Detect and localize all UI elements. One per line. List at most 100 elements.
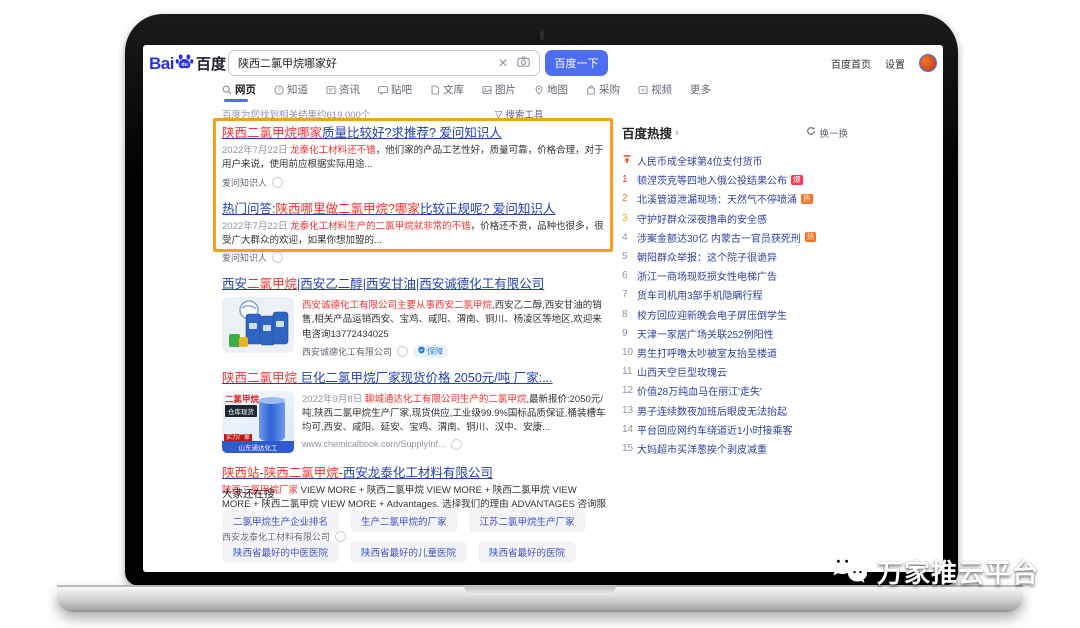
hot-search-item[interactable]: 5朝阳群众举报：这个院子很诡异	[622, 247, 848, 266]
verified-badge-label: 保障	[427, 346, 443, 357]
tab-label: 更多	[690, 82, 711, 97]
related-search-button[interactable]: 江苏二氯甲烷生产厂家	[469, 510, 586, 532]
avatar[interactable]	[919, 54, 937, 72]
search-result: 陕西二氯甲烷 巨化二氯甲烷厂家现货价格 2050元/吨 厂家:... 二氯甲烷仓库…	[222, 369, 606, 453]
result-source[interactable]: 爱问知识人	[222, 251, 267, 264]
related-row: 陕西省最好的中医医院陕西省最好的儿童医院陕西省最好的医院	[222, 541, 622, 563]
tab-贴吧[interactable]: 贴吧	[378, 82, 412, 101]
result-title-link[interactable]: 陕西二氯甲烷 巨化二氯甲烷厂家现货价格 2050元/吨 厂家:...	[222, 371, 553, 385]
hot-rank: 5	[622, 251, 637, 262]
tab-文库[interactable]: 文库	[430, 82, 464, 101]
hot-search-item[interactable]: 4涉案金额达30亿 内蒙古一官员获死刑热	[622, 228, 848, 247]
hot-search-text: 涉案金额达30亿 内蒙古一官员获死刑	[637, 230, 801, 245]
search-button[interactable]: 百度一下	[545, 50, 608, 76]
image-icon	[482, 85, 492, 95]
laptop-latch-notch	[464, 585, 616, 595]
browser-screen: Bai du 百度 陕西二氯甲烷哪家好 ✕ 百度一下 百度首页 设置 网页 ?知道…	[143, 45, 943, 572]
hot-search-item[interactable]: 9天津一家居广场关联252例阳性	[622, 324, 848, 343]
hot-rank: 12	[622, 385, 637, 396]
hot-search-item[interactable]: 7货车司机用3部手机隐瞒行程	[622, 285, 848, 304]
search-tools-button[interactable]: ▽ 搜索工具	[495, 107, 543, 121]
result-source[interactable]: 爱问知识人	[222, 176, 267, 189]
result-snippet: 2022年7月22日 龙泰化工材料还不错，他们家的产品工艺性好，质量可靠，价格合…	[222, 144, 606, 173]
result-source-row: 西安诚德化工有限公司 保障	[302, 345, 606, 358]
search-icon	[222, 85, 232, 95]
hot-search-item[interactable]: 15大妈超市买洋葱挨个剥皮减重	[622, 439, 848, 458]
tab-label: 资讯	[339, 82, 360, 97]
camera-search-icon[interactable]	[517, 54, 530, 72]
baidu-logo[interactable]: Bai du 百度	[149, 51, 226, 76]
source-more-icon[interactable]	[272, 177, 283, 188]
related-search-button[interactable]: 陕西省最好的中医医院	[222, 541, 339, 563]
tab-采购[interactable]: 采购	[586, 82, 620, 101]
refresh-button[interactable]: 换一换	[806, 126, 848, 140]
snippet-date: 2022年9月8日	[302, 394, 365, 405]
settings-link[interactable]: 设置	[885, 56, 905, 71]
tab-label: 贴吧	[391, 82, 412, 97]
search-result: 陕西二氯甲烷哪家质量比较好?求推荐? 爱问知识人 2022年7月22日 龙泰化工材…	[222, 124, 606, 189]
hot-rank: 1	[622, 174, 637, 185]
hot-search-item[interactable]: 11山西天空巨型玫瑰云	[622, 362, 848, 381]
clear-icon[interactable]: ✕	[498, 56, 508, 70]
baidu-logo-cn: 百度	[196, 53, 226, 74]
result-thumbnail-product[interactable]: 二氯甲烷仓库现货实力厂家山东通达化工	[222, 391, 294, 453]
tab-label: 图片	[495, 82, 516, 97]
tab-视频[interactable]: 视频	[638, 82, 672, 101]
hot-search-text: 天津一家居广场关联252例阳性	[637, 326, 774, 341]
hot-search-title[interactable]: 百度热搜	[622, 123, 672, 142]
title-keyword: 陕西二氯甲烷	[222, 371, 297, 385]
related-search-button[interactable]: 陕西省最好的医院	[478, 541, 576, 563]
result-thumbnail-drums[interactable]	[222, 297, 294, 353]
related-search-button[interactable]: 生产二氯甲烷的厂家	[350, 510, 458, 532]
result-body: 西安诚德化工有限公司主要从事西安二氯甲烷,西安乙二醇,西安甘油的销售,相关产品运…	[222, 297, 606, 358]
baidu-home-link[interactable]: 百度首页	[831, 56, 871, 71]
hot-rank: 8	[622, 309, 637, 320]
result-snippet: 2022年9月8日 聊城通达化工有限公司生产的二氯甲烷,最新报价:2050元/吨…	[302, 393, 606, 436]
tab-资讯[interactable]: 资讯	[326, 82, 360, 101]
hot-search-item[interactable]: 12价值28万纯血马在丽江'走失'	[622, 381, 848, 400]
hot-search-text: 山西天空巨型玫瑰云	[637, 364, 727, 379]
source-more-icon[interactable]	[397, 346, 408, 357]
tab-图片[interactable]: 图片	[482, 82, 516, 101]
title-text: |西安乙二醇|西安甘油|西安诚德化工有限公司	[297, 277, 544, 291]
hot-search-text: 人民币成全球第4位支付货币	[637, 153, 763, 168]
tab-更多[interactable]: 更多	[690, 82, 711, 101]
title-text: 质量比较好?求推荐? 爱问知识人	[322, 126, 502, 140]
related-row: 二氯甲烷生产企业排名生产二氯甲烷的厂家江苏二氯甲烷生产厂家	[222, 510, 622, 532]
hot-search-text: 守护好群众深夜撸串的安全感	[637, 211, 767, 226]
hot-search-item[interactable]: 6浙江一商场现贬损女性电梯广告	[622, 266, 848, 285]
result-url[interactable]: www.chemicalbook.com/SupplyInf...	[302, 439, 446, 449]
refresh-label: 换一换	[819, 126, 848, 140]
tab-地图[interactable]: 地图	[534, 82, 568, 101]
hot-search-item[interactable]: 1顿涅茨克等四地入俄公投结果公布爆	[622, 170, 848, 189]
hot-search-item[interactable]: 10男生打呼噜太吵被室友抬至楼道	[622, 343, 848, 362]
hot-badge-re: 热	[801, 194, 813, 204]
result-title-link[interactable]: 陕西站-陕西二氯甲烷-西安龙泰化工材料有限公司	[222, 466, 493, 480]
source-more-icon[interactable]	[272, 252, 283, 263]
title-text: -西安龙泰化工材料有限公司	[339, 466, 493, 480]
related-searches: 大家还在搜 二氯甲烷生产企业排名生产二氯甲烷的厂家江苏二氯甲烷生产厂家陕西省最好…	[222, 486, 622, 563]
title-keyword: 陕西二氯甲烷	[264, 466, 339, 480]
hot-search-item[interactable]: 13男子连续数夜加班后眼皮无法抬起	[622, 400, 848, 419]
hot-search-item[interactable]: 8校方回应迎新晚会电子屏压倒学生	[622, 305, 848, 324]
result-source[interactable]: 西安诚德化工有限公司	[302, 345, 392, 358]
tab-网页[interactable]: 网页	[222, 82, 256, 101]
news-icon	[326, 85, 336, 95]
result-title-link[interactable]: 西安二氯甲烷|西安乙二醇|西安甘油|西安诚德化工有限公司	[222, 277, 544, 291]
hot-search-item[interactable]: 2北溪管道泄漏现场：天然气不停喷涌热	[622, 189, 848, 208]
hot-search-item[interactable]: 14平台回应网约车绕道近1小时接乘客	[622, 420, 848, 439]
related-search-button[interactable]: 陕西省最好的儿童医院	[350, 541, 467, 563]
related-search-button[interactable]: 二氯甲烷生产企业排名	[222, 510, 339, 532]
hot-search-text: 顿涅茨克等四地入俄公投结果公布	[637, 172, 787, 187]
result-title-link[interactable]: 热门问答:陕西哪里做二氯甲烷?哪家比较正规呢? 爱问知识人	[222, 202, 555, 216]
search-input[interactable]: 陕西二氯甲烷哪家好 ✕	[228, 50, 540, 76]
hot-search-item[interactable]: 人民币成全球第4位支付货币	[622, 151, 848, 170]
source-more-icon[interactable]	[451, 439, 462, 450]
hot-search-text: 校方回应迎新晚会电子屏压倒学生	[637, 307, 787, 322]
result-title-link[interactable]: 陕西二氯甲烷哪家质量比较好?求推荐? 爱问知识人	[222, 126, 502, 140]
title-keyword: 陕西站	[222, 466, 260, 480]
hot-rank: 4	[622, 232, 637, 243]
video-icon	[638, 85, 648, 95]
hot-search-item[interactable]: 3守护好群众深夜撸串的安全感	[622, 209, 848, 228]
tab-知道[interactable]: ?知道	[274, 82, 308, 101]
